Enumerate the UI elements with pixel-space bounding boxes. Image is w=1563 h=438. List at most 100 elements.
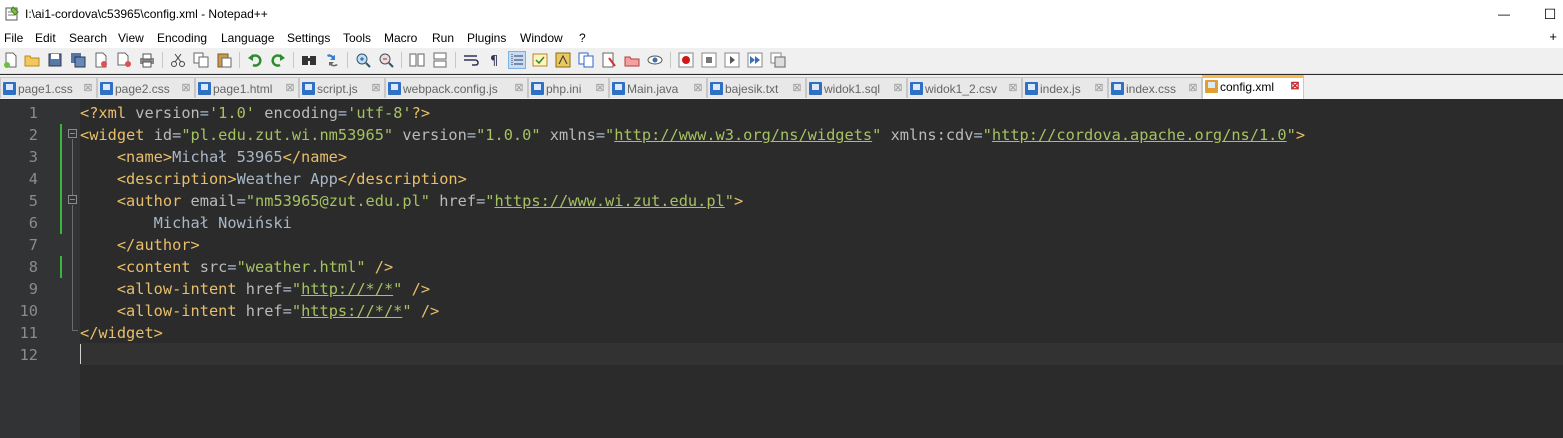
token-url[interactable]: http://*/* [301, 280, 393, 298]
open-file-icon[interactable] [24, 52, 40, 68]
user-language-icon[interactable] [532, 52, 548, 68]
copy-icon[interactable] [193, 52, 209, 68]
close-tab-icon[interactable]: ⊠ [181, 83, 191, 94]
maximize-button[interactable]: ☐ [1530, 3, 1563, 25]
menu-window[interactable]: Window [520, 31, 563, 45]
monitoring-icon[interactable] [624, 52, 640, 68]
cut-icon[interactable] [170, 52, 186, 68]
code-line: 8 <content src="weather.html" /> [0, 256, 1563, 278]
menu-search[interactable]: Search [69, 31, 107, 45]
close-tab-icon[interactable]: ⊠ [595, 83, 605, 94]
indent-guide-icon[interactable] [508, 51, 526, 69]
menu-help[interactable]: ? [579, 31, 586, 45]
token-url[interactable]: https://www.wi.zut.edu.pl [495, 192, 725, 210]
menu-encoding[interactable]: Encoding [157, 31, 207, 45]
stop-recording-icon[interactable] [701, 52, 717, 68]
tab-page1-html[interactable]: page1.html ⊠ [195, 77, 299, 98]
menu-tools[interactable]: Tools [343, 31, 371, 45]
tab-index-css[interactable]: index.css ⊠ [1108, 77, 1202, 98]
token-text: Michał 53965 [172, 148, 283, 166]
menu-macro[interactable]: Macro [384, 31, 417, 45]
line-number: 12 [19, 346, 38, 364]
token-text: = [227, 258, 237, 276]
tab-label: page1.css [18, 82, 73, 96]
close-tab-icon[interactable]: ⊠ [792, 83, 802, 94]
close-tab-icon[interactable]: ⊠ [1094, 83, 1104, 94]
token-text: = [595, 126, 606, 144]
file-saved-icon [1111, 82, 1124, 95]
editor[interactable]: 1 <?xml version='1.0' encoding='utf-8'?> 2… [0, 100, 1563, 438]
find-icon[interactable] [301, 52, 317, 68]
show-all-characters-icon[interactable]: ¶ [486, 52, 502, 68]
run-macro-multiple-icon[interactable] [747, 52, 763, 68]
tab-bajesik-txt[interactable]: bajesik.txt ⊠ [707, 77, 806, 98]
paste-icon[interactable] [216, 52, 232, 68]
menu-file[interactable]: File [4, 31, 23, 45]
print-icon[interactable] [139, 52, 155, 68]
code-text: Michał Nowiński [80, 212, 292, 234]
zoom-in-icon[interactable] [355, 52, 371, 68]
function-list-icon[interactable] [578, 52, 594, 68]
tab-config-xml[interactable]: config.xml ⊠ [1202, 75, 1304, 99]
save-macro-icon[interactable] [770, 52, 786, 68]
sync-vertical-icon[interactable] [409, 52, 425, 68]
new-file-icon[interactable] [3, 52, 19, 68]
tab-index-js[interactable]: index.js ⊠ [1022, 77, 1108, 98]
menu-view[interactable]: View [118, 31, 144, 45]
playback-macro-icon[interactable] [724, 52, 740, 68]
close-tab-icon[interactable]: ⊠ [83, 83, 93, 94]
file-saved-icon [3, 82, 16, 95]
sync-horizontal-icon[interactable] [432, 52, 448, 68]
title-bar: I:\ai1-cordova\c53965\config.xml - Notep… [0, 0, 1563, 28]
tab-label: index.css [1126, 82, 1177, 96]
menu-run[interactable]: Run [432, 31, 454, 45]
token-url[interactable]: http://cordova.apache.org/ns/1.0 [992, 126, 1287, 144]
close-tab-icon[interactable]: ⊠ [1290, 81, 1300, 92]
close-tab-icon[interactable]: ⊠ [285, 83, 295, 94]
tab-main-java[interactable]: Main.java ⊠ [609, 77, 707, 98]
menu-language[interactable]: Language [221, 31, 274, 45]
minimize-button[interactable]: — [1484, 3, 1524, 25]
eye-icon[interactable] [647, 52, 663, 68]
close-tab-icon[interactable]: ⊠ [1188, 83, 1198, 94]
close-tab-icon[interactable]: ⊠ [693, 83, 703, 94]
close-icon[interactable] [93, 52, 109, 68]
word-wrap-icon[interactable] [463, 52, 479, 68]
close-tab-icon[interactable]: ⊠ [514, 83, 524, 94]
token-url[interactable]: https://*/* [301, 302, 402, 320]
redo-icon[interactable] [270, 52, 286, 68]
undo-icon[interactable] [247, 52, 263, 68]
tab-webpack-config-js[interactable]: webpack.config.js ⊠ [385, 77, 528, 98]
token-attr: href [245, 280, 283, 298]
menu-settings[interactable]: Settings [287, 31, 330, 45]
document-map-icon[interactable] [555, 52, 571, 68]
code-text: <description>Weather App</description> [80, 168, 467, 190]
file-saved-icon [531, 82, 544, 95]
token-tag: <author [116, 192, 191, 210]
tab-widok1-2-csv[interactable]: widok1_2.csv ⊠ [907, 77, 1022, 98]
replace-icon[interactable] [324, 52, 340, 68]
menu-edit[interactable]: Edit [35, 31, 56, 45]
add-menu-button[interactable]: + [1549, 29, 1557, 44]
record-macro-icon[interactable] [678, 52, 694, 68]
tab-widok1-sql[interactable]: widok1.sql ⊠ [806, 77, 907, 98]
zoom-out-icon[interactable] [378, 52, 394, 68]
token-url[interactable]: http://www.w3.org/ns/widgets [614, 126, 872, 144]
menu-plugins[interactable]: Plugins [467, 31, 506, 45]
close-tab-icon[interactable]: ⊠ [371, 83, 381, 94]
token-val: " [402, 302, 412, 320]
tab-page2-css[interactable]: page2.css ⊠ [97, 77, 195, 98]
token-attr: src [199, 258, 228, 276]
save-all-icon[interactable] [70, 52, 86, 68]
tab-script-js[interactable]: script.js ⊠ [299, 77, 385, 98]
token-tag: <widget [80, 126, 154, 144]
close-tab-icon[interactable]: ⊠ [1008, 83, 1018, 94]
tab-php-ini[interactable]: php.ini ⊠ [528, 77, 609, 98]
close-all-icon[interactable] [116, 52, 132, 68]
folder-as-workspace-icon[interactable] [601, 52, 617, 68]
close-tab-icon[interactable]: ⊠ [893, 83, 903, 94]
tab-page1-css[interactable]: page1.css ⊠ [0, 77, 97, 98]
save-icon[interactable] [47, 52, 63, 68]
menu-bar: File Edit Search View Encoding Language … [0, 28, 1563, 48]
